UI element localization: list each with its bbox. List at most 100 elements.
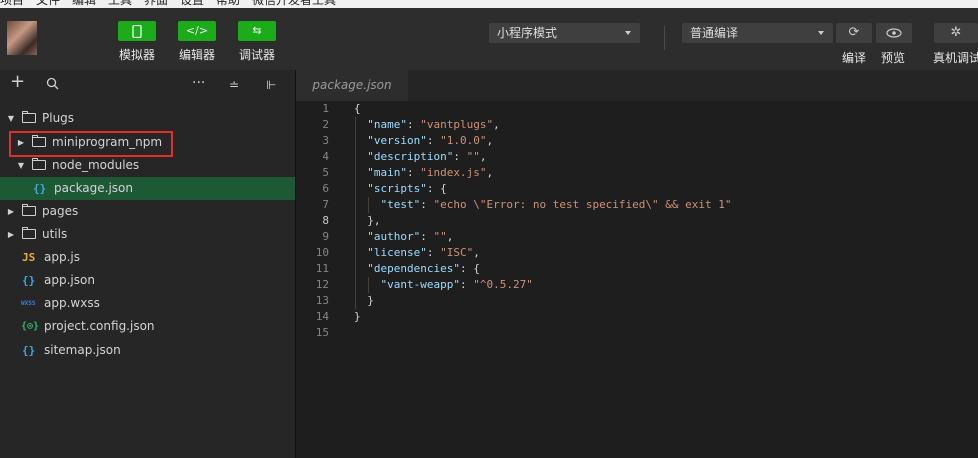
eye-icon <box>886 27 902 42</box>
folder-open-icon <box>32 158 46 170</box>
code-line: }, <box>354 214 381 227</box>
tree-item-label: app.wxss <box>44 296 100 310</box>
chevron-down-icon <box>625 31 631 35</box>
code-line: } <box>354 310 361 323</box>
tree-item-label: app.js <box>44 250 80 264</box>
code-line: { <box>354 102 361 115</box>
editor-label: 编辑器 <box>178 48 215 62</box>
line-number: 10 <box>315 246 329 259</box>
line-number: 9 <box>322 230 329 243</box>
toolbar-divider <box>664 26 665 50</box>
mode-select-value: 小程序模式 <box>497 26 558 40</box>
more-icon[interactable]: ··· <box>192 75 205 91</box>
tree-item-sitemap-json[interactable]: {} sitemap.json <box>0 339 295 362</box>
tree-item-label: utils <box>42 227 68 241</box>
tree-item-label: app.json <box>44 273 95 287</box>
menu-item-settings[interactable]: 设置 <box>180 0 204 8</box>
remote-debug-label: 真机调试 <box>933 51 978 65</box>
caret-down-icon: ▼ <box>17 161 25 170</box>
caret-right-icon: ▶ <box>7 207 15 216</box>
line-number: 6 <box>322 182 329 195</box>
code-line: "main": "index.js", <box>367 166 494 179</box>
line-number: 7 <box>322 198 329 211</box>
code-line: "vant-weapp": "^0.5.27" <box>380 278 533 291</box>
menu-item-app-title: 微信开发者工具 <box>252 0 337 7</box>
add-icon[interactable]: + <box>10 73 25 91</box>
compile-select-value: 普通编译 <box>690 26 739 40</box>
line-number: 4 <box>322 150 329 163</box>
editor-button[interactable]: </> 编辑器 <box>173 21 221 63</box>
bug-icon: ✲ <box>950 25 962 40</box>
code-line: "author": "", <box>367 230 454 243</box>
folder-open-icon <box>22 111 36 123</box>
preview-label: 预览 <box>881 51 906 65</box>
explorer-header: + ··· ≐ ⊩ <box>0 70 295 102</box>
editor-tab-bar: package.json <box>296 70 978 101</box>
debugger-label: 调试器 <box>238 48 275 62</box>
menu-bar: 项目 文件 编辑 工具 界面 设置 帮助 微信开发者工具 <box>0 0 978 8</box>
folder-icon <box>22 204 36 216</box>
line-number: 2 <box>322 118 329 131</box>
json-file-icon: {} <box>22 344 36 357</box>
code-line: "scripts": { <box>367 182 447 195</box>
line-number: 11 <box>315 262 329 275</box>
tree-item-label: sitemap.json <box>44 343 121 357</box>
tab-package-json[interactable]: package.json <box>296 70 408 101</box>
line-number: 13 <box>315 294 329 307</box>
tree-item-project-config[interactable]: {⊙} project.config.json <box>0 315 295 338</box>
code-icon: </> <box>178 21 216 41</box>
tree-item-app-json[interactable]: {} app.json <box>0 269 295 292</box>
search-icon[interactable] <box>46 77 59 94</box>
line-number-active: 8 <box>322 214 329 227</box>
caret-down-icon: ▼ <box>7 114 15 123</box>
code-line: "test": "echo \"Error: no test specified… <box>380 198 732 211</box>
js-file-icon: JS <box>22 251 36 264</box>
line-number: 3 <box>322 134 329 147</box>
avatar[interactable] <box>7 21 37 55</box>
menu-item-help[interactable]: 帮助 <box>216 0 240 8</box>
menu-item-file[interactable]: 文件 <box>36 0 60 8</box>
tree-item-label: package.json <box>54 181 134 195</box>
code-line: "description": "", <box>367 150 487 163</box>
wxss-file-icon: WXSS <box>21 300 36 307</box>
menu-item-view[interactable]: 界面 <box>144 0 168 8</box>
compile-label: 编译 <box>842 51 867 65</box>
tree-item-label: pages <box>42 204 79 218</box>
line-number: 1 <box>322 102 329 115</box>
line-number: 12 <box>315 278 329 291</box>
menu-item-tools[interactable]: 工具 <box>108 0 132 8</box>
tree-item-app-wxss[interactable]: WXSS app.wxss <box>0 292 295 315</box>
tree-item-utils[interactable]: ▶ utils <box>0 223 295 246</box>
tree-item-label: project.config.json <box>44 319 155 333</box>
compile-button[interactable]: ⟳ <box>836 23 872 43</box>
code-line: "version": "1.0.0", <box>367 134 494 147</box>
preview-button[interactable] <box>876 23 912 43</box>
debugger-button[interactable]: ⇆ 调试器 <box>233 21 281 63</box>
phone-icon <box>118 21 156 41</box>
tree-item-pages[interactable]: ▶ pages <box>0 200 295 223</box>
tree-item-app-js[interactable]: JS app.js <box>0 246 295 269</box>
compile-select[interactable]: 普通编译 <box>682 23 833 43</box>
tree-item-node-modules[interactable]: ▼ node_modules <box>0 154 295 177</box>
mode-select[interactable]: 小程序模式 <box>489 23 640 43</box>
code-line: "license": "ISC", <box>367 246 480 259</box>
simulator-label: 模拟器 <box>118 48 155 62</box>
code-line: } <box>354 294 374 307</box>
config-file-icon: {⊙} <box>21 321 40 332</box>
tree-item-package-json[interactable]: {} package.json <box>0 177 295 200</box>
code-editor[interactable]: 1 2 3 4 5 6 7 8 9 10 11 12 13 14 15 { "n… <box>296 101 978 458</box>
json-file-icon: {} <box>33 182 47 195</box>
tree-item-label: node_modules <box>52 158 140 172</box>
menu-item-edit[interactable]: 编辑 <box>72 0 96 8</box>
tree-item-label: Plugs <box>42 111 75 125</box>
debug-icon: ⇆ <box>238 21 276 41</box>
code-line: "dependencies": { <box>367 262 480 275</box>
tree-item-plugs[interactable]: ▼ Plugs <box>0 107 295 130</box>
remote-debug-button[interactable]: ✲ <box>934 23 978 43</box>
simulator-button[interactable]: 模拟器 <box>113 21 161 63</box>
menu-item-project[interactable]: 项目 <box>0 0 24 8</box>
toolbar: 模拟器 </> 编辑器 ⇆ 调试器 小程序模式 普通编译 ⟳ 编译 预览 ✲ 真… <box>0 8 978 70</box>
chevron-down-icon <box>818 31 824 35</box>
collapse-icon[interactable]: ≐ <box>229 77 239 93</box>
split-icon[interactable]: ⊩ <box>266 77 276 93</box>
